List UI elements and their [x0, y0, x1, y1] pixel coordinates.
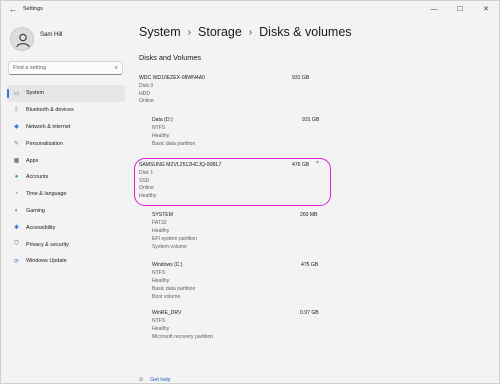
accounts-icon: ● [14, 174, 19, 181]
sidebar-item-windows-update[interactable]: ⟳ Windows Update [7, 253, 125, 270]
disk-health: Healthy [139, 193, 157, 200]
wifi-icon: ◆ [14, 124, 19, 131]
breadcrumb: System › Storage › Disks & volumes [139, 25, 352, 39]
sidebar-item-apps[interactable]: ▦ Apps [7, 152, 125, 169]
close-button[interactable]: ✕ [473, 1, 499, 17]
get-help-label: Get help [150, 377, 171, 383]
shield-icon: ⛉ [14, 241, 19, 248]
breadcrumb-system[interactable]: System [139, 25, 181, 39]
sidebar-item-system[interactable]: ▭ System [7, 85, 125, 102]
disk-type: HDD [139, 90, 151, 97]
search-icon[interactable]: ⌕ [115, 65, 118, 72]
breadcrumb-storage[interactable]: Storage [198, 25, 242, 39]
volume-filesystem: NTFS [152, 317, 166, 324]
sidebar-item-label: Time & language [26, 191, 67, 198]
brush-icon: ✎ [13, 141, 20, 148]
sidebar-item-time-language[interactable]: ◔ Time & language [7, 186, 125, 203]
page-title: Disks & volumes [259, 25, 352, 39]
sidebar-item-network-internet[interactable]: ◆ Network & internet [7, 119, 125, 136]
sidebar: Sam Hill ⌕ ▭ System ᛒ Bluetooth & devices ◆ N… [1, 17, 131, 383]
volume-size: 931 GB [302, 117, 320, 123]
sidebar-item-label: Gaming [26, 207, 45, 214]
sidebar-item-label: System [26, 90, 44, 97]
accessibility-icon: ✱ [13, 225, 20, 232]
volume-winre-drv[interactable]: WinRE_DRV NTFS Healthy Microsoft recover… [152, 310, 327, 342]
minimize-button[interactable]: — [421, 1, 447, 17]
sidebar-item-accounts[interactable]: ● Accounts [7, 169, 125, 186]
sidebar-item-label: Personalization [26, 140, 63, 147]
volume-size: 260 MB [300, 212, 318, 218]
user-name: Sam Hill [40, 32, 63, 38]
sidebar-item-gaming[interactable]: ◐ Gaming [7, 203, 125, 220]
get-help-link[interactable]: ☺ Get help [138, 377, 171, 383]
volume-windows-c[interactable]: Windows (C:) NTFS Healthy Basic data par… [152, 262, 327, 302]
volume-system[interactable]: SYSTEM FAT32 Healthy EFI system partitio… [152, 212, 327, 252]
volume-partition-type: Microsoft recovery partition [152, 333, 214, 340]
sidebar-item-personalization[interactable]: ✎ Personalization [7, 135, 125, 152]
volume-data-d[interactable]: Data (D:) NTFS Healthy Basic data partit… [152, 117, 327, 149]
person-icon [16, 33, 30, 48]
disk-number: Disk 1 [139, 169, 154, 176]
disk-status: Online [139, 185, 154, 192]
bluetooth-icon: ᛒ [14, 107, 19, 114]
sidebar-item-label: Privacy & security [26, 241, 69, 248]
volume-health: Healthy [152, 132, 170, 139]
apps-icon: ▦ [13, 158, 20, 165]
sidebar-item-label: Accounts [26, 174, 49, 181]
disk-type: SSD [139, 177, 150, 184]
disk-size: 931 GB [292, 75, 310, 81]
volume-name: Data (D:) [152, 117, 173, 123]
disk-size: 476 GB [292, 162, 310, 168]
sidebar-item-label: Apps [26, 157, 39, 164]
app-title: Settings [23, 6, 43, 12]
clock-globe-icon: ◔ [14, 191, 19, 198]
disk-0[interactable]: WDC WD10EZEX-08WN4A0 Disk 0 HDD Online 9… [139, 75, 329, 106]
sidebar-item-label: Bluetooth & devices [26, 107, 74, 114]
search-box[interactable]: ⌕ [8, 61, 123, 75]
avatar [10, 27, 34, 51]
sidebar-item-bluetooth-devices[interactable]: ᛒ Bluetooth & devices [7, 102, 125, 119]
user-profile[interactable]: Sam Hill [10, 27, 62, 51]
volume-size: 0.97 GB [300, 310, 319, 316]
volume-filesystem: FAT32 [152, 219, 167, 226]
chevron-right-icon: › [248, 26, 253, 38]
volume-filesystem: NTFS [152, 269, 166, 276]
disk-number: Disk 0 [139, 82, 154, 89]
windows-update-icon: ⟳ [13, 258, 20, 265]
section-title: Disks and Volumes [139, 53, 202, 62]
sidebar-item-privacy-security[interactable]: ⛉ Privacy & security [7, 236, 125, 253]
volume-role: System volume [152, 243, 187, 250]
gaming-icon: ◐ [14, 207, 19, 214]
search-input[interactable] [13, 65, 115, 71]
volume-health: Healthy [152, 325, 170, 332]
sidebar-item-accessibility[interactable]: ✱ Accessibility [7, 219, 125, 236]
volume-role: Boot volume [152, 293, 181, 300]
title-bar: ← Settings — ☐ ✕ [1, 1, 499, 17]
disk-status: Online [139, 98, 154, 105]
help-icon: ☺ [138, 377, 145, 383]
settings-window: ← Settings — ☐ ✕ Sam Hill ⌕ ▭ System ᛒ Blue… [0, 0, 500, 384]
sidebar-item-label: Windows Update [26, 258, 67, 265]
volume-partition-type: Basic data partition [152, 285, 196, 292]
volume-health: Healthy [152, 277, 170, 284]
system-icon: ▭ [13, 90, 20, 97]
back-arrow-icon[interactable]: ← [7, 3, 19, 15]
sidebar-nav: ▭ System ᛒ Bluetooth & devices ◆ Network & in… [7, 85, 125, 270]
volume-health: Healthy [152, 227, 170, 234]
window-controls: — ☐ ✕ [421, 1, 499, 17]
disk-1[interactable]: SAMSUNG MZVL2512HCJQ-00BL7 Disk 1 SSD On… [139, 161, 329, 201]
volume-filesystem: NTFS [152, 124, 166, 131]
sidebar-item-label: Accessibility [26, 224, 56, 231]
chevron-up-icon[interactable]: ^ [316, 161, 319, 169]
volume-size: 475 GB [301, 262, 319, 268]
volume-partition-type: EFI system partition [152, 235, 198, 242]
chevron-right-icon: › [187, 26, 192, 38]
sidebar-item-label: Network & internet [26, 123, 71, 130]
maximize-button[interactable]: ☐ [447, 1, 473, 17]
volume-partition-type: Basic data partition [152, 140, 196, 147]
